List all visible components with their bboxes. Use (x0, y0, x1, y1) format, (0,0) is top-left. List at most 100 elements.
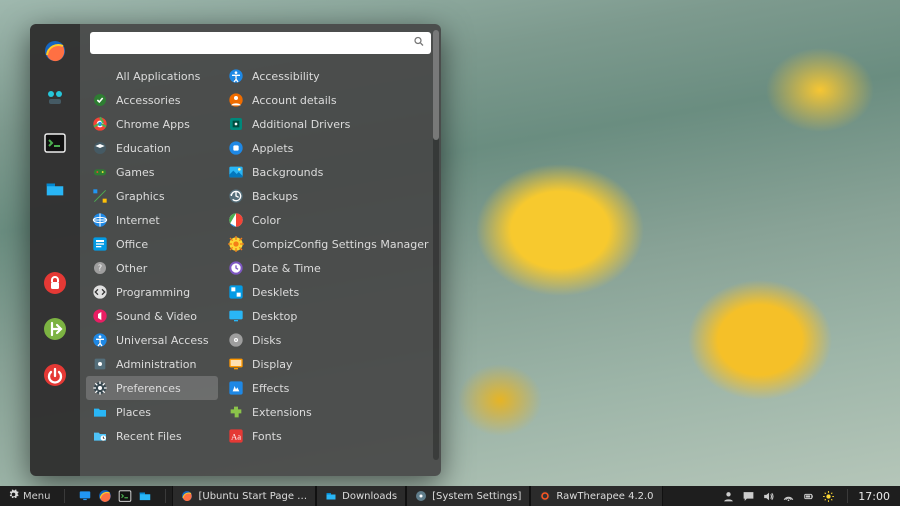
desklets-icon (228, 284, 244, 300)
places-icon (92, 404, 108, 420)
task-downloads[interactable]: Downloads (316, 486, 406, 506)
category-accessories[interactable]: Accessories (86, 88, 218, 112)
favorite-logout[interactable] (41, 316, 69, 344)
category-office[interactable]: Office (86, 232, 218, 256)
task-system-settings[interactable]: [System Settings] (406, 486, 530, 506)
disks-icon (228, 332, 244, 348)
category-internet[interactable]: Internet (86, 208, 218, 232)
category-label: Sound & Video (116, 310, 197, 323)
launcher-firefox[interactable] (95, 486, 115, 506)
app-extensions[interactable]: Extensions (222, 400, 437, 424)
category-recent-files[interactable]: Recent Files (86, 424, 218, 448)
access-blue-icon (228, 68, 244, 84)
svg-text:Aa: Aa (231, 431, 241, 441)
category-administration[interactable]: Administration (86, 352, 218, 376)
menu-button[interactable]: Menu (0, 486, 58, 506)
access-icon (92, 332, 108, 348)
app-label: Applets (252, 142, 293, 155)
category-label: Other (116, 262, 147, 275)
lock-icon (43, 271, 67, 298)
menu-search[interactable] (90, 32, 431, 54)
rawtherapee-icon (539, 490, 551, 502)
category-chrome-apps[interactable]: Chrome Apps (86, 112, 218, 136)
task-label: Downloads (342, 491, 397, 502)
category-all-applications[interactable]: All Applications (86, 64, 218, 88)
accessories-icon (92, 92, 108, 108)
category-sound-video[interactable]: Sound & Video (86, 304, 218, 328)
account-icon (228, 92, 244, 108)
tray-brightness[interactable] (819, 486, 837, 506)
tray-network[interactable] (779, 486, 797, 506)
graphics-icon (92, 188, 108, 204)
office-icon (92, 236, 108, 252)
app-additional-drivers[interactable]: Additional Drivers (222, 112, 437, 136)
category-places[interactable]: Places (86, 400, 218, 424)
app-date-time[interactable]: Date & Time (222, 256, 437, 280)
category-other[interactable]: ?Other (86, 256, 218, 280)
app-desklets[interactable]: Desklets (222, 280, 437, 304)
favorite-terminal[interactable] (41, 130, 69, 158)
tray-chat[interactable] (739, 486, 757, 506)
app-label: Additional Drivers (252, 118, 350, 131)
favorite-files[interactable] (41, 176, 69, 204)
app-applets[interactable]: Applets (222, 136, 437, 160)
games-icon (92, 164, 108, 180)
applications-column: AccessibilityAccount details Additional D… (218, 58, 441, 476)
favorite-lock[interactable] (41, 270, 69, 298)
desktop[interactable]: All Applications Accessories Chrome Apps Ed… (0, 0, 900, 506)
tray-volume[interactable] (759, 486, 777, 506)
app-label: Fonts (252, 430, 282, 443)
tray-battery[interactable] (799, 486, 817, 506)
recent-icon (92, 428, 108, 444)
app-accessibility[interactable]: Accessibility (222, 64, 437, 88)
favorite-firefox[interactable] (41, 38, 69, 66)
launcher-terminal[interactable] (115, 486, 135, 506)
favorite-hexchat[interactable] (41, 84, 69, 112)
launcher-desktop[interactable] (75, 486, 95, 506)
applets-icon (228, 140, 244, 156)
category-graphics[interactable]: Graphics (86, 184, 218, 208)
app-disks[interactable]: Disks (222, 328, 437, 352)
panel-tasks: [Ubuntu Start Page … Downloads [System Set… (172, 486, 662, 506)
search-input[interactable] (90, 32, 431, 54)
app-fonts[interactable]: Aa Fonts (222, 424, 437, 448)
app-effects[interactable]: Effects (222, 376, 437, 400)
volume-icon (762, 490, 775, 503)
files-icon (325, 490, 337, 502)
launcher-files[interactable] (135, 486, 155, 506)
app-display[interactable]: Display (222, 352, 437, 376)
app-backups[interactable]: Backups (222, 184, 437, 208)
task-rawtherapee-4-2-0[interactable]: RawTherapee 4.2.0 (530, 486, 662, 506)
fonts-icon: Aa (228, 428, 244, 444)
app-compizconfig-settings-manager[interactable]: CompizConfig Settings Manager (222, 232, 437, 256)
system-tray (715, 486, 841, 506)
task-ubuntu-start-page[interactable]: [Ubuntu Start Page … (172, 486, 316, 506)
category-education[interactable]: Education (86, 136, 218, 160)
firefox-icon (43, 39, 67, 66)
app-label: Color (252, 214, 281, 227)
category-universal-access[interactable]: Universal Access (86, 328, 218, 352)
bottom-panel: Menu [Ubuntu Start Page … Downloads [Syste… (0, 486, 900, 506)
category-label: Education (116, 142, 171, 155)
app-color[interactable]: Color (222, 208, 437, 232)
category-programming[interactable]: Programming (86, 280, 218, 304)
category-preferences[interactable]: Preferences (86, 376, 218, 400)
menu-scrollbar[interactable] (433, 30, 439, 460)
favorites-column (30, 24, 80, 476)
tray-user[interactable] (719, 486, 737, 506)
category-label: Accessories (116, 94, 180, 107)
task-label: [Ubuntu Start Page … (198, 491, 307, 502)
app-backgrounds[interactable]: Backgrounds (222, 160, 437, 184)
panel-clock[interactable]: 17:00 (854, 490, 900, 503)
app-account-details[interactable]: Account details (222, 88, 437, 112)
show-desktop-icon (78, 489, 92, 503)
category-games[interactable]: Games (86, 160, 218, 184)
task-label: RawTherapee 4.2.0 (556, 491, 653, 502)
programming-icon (92, 284, 108, 300)
firefox-icon (98, 489, 112, 503)
ccsm-icon (228, 236, 244, 252)
favorite-power[interactable] (41, 362, 69, 390)
app-desktop[interactable]: Desktop (222, 304, 437, 328)
app-label: Date & Time (252, 262, 321, 275)
power-icon (43, 363, 67, 390)
